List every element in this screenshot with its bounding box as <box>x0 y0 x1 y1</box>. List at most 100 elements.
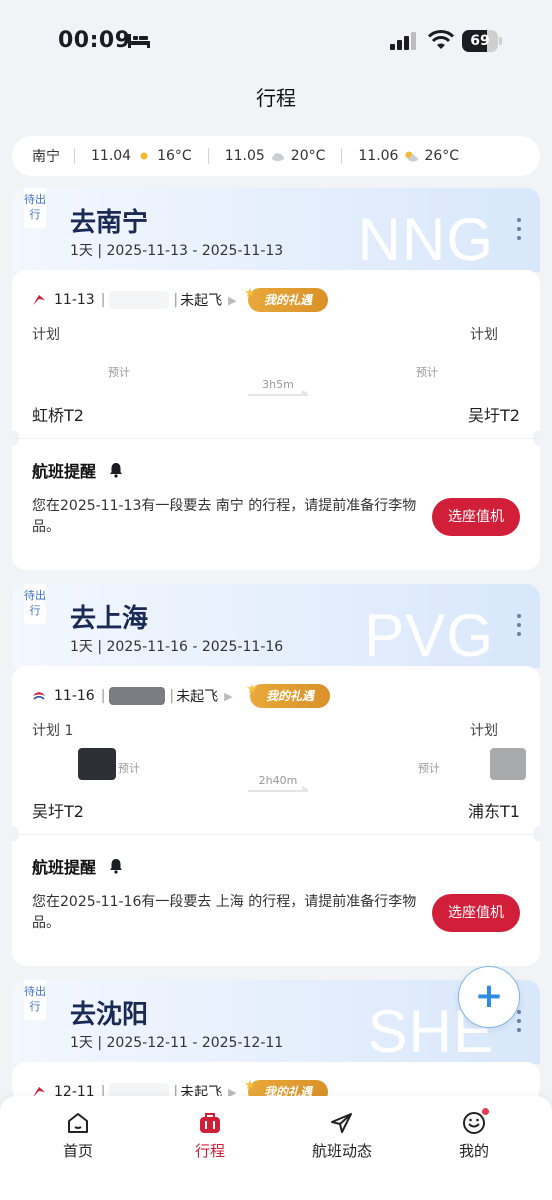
weather-temp: 26°C <box>424 148 460 164</box>
flight-date: 11-16 <box>54 688 95 704</box>
expected-arrival: 预计 <box>418 762 440 775</box>
suitcase-icon <box>200 1113 220 1133</box>
status-bar: 00:09 69 <box>0 0 552 80</box>
flight-date: 11-13 <box>54 292 95 308</box>
redacted-flight-number <box>109 291 170 309</box>
arrival-airport: 浦东T1 <box>468 802 520 821</box>
weather-date: 11.05 <box>224 148 265 164</box>
gift-label: 我的礼遇 <box>265 689 314 703</box>
arrival-airport: 吴圩T2 <box>468 406 520 425</box>
signal-icon <box>390 32 416 50</box>
planned-arrival: 计划 <box>470 327 498 343</box>
trip-status-tag: 待出行 <box>24 980 46 1020</box>
duration-arrow <box>248 786 308 792</box>
paper-plane-icon <box>331 1113 352 1133</box>
more-options-icon[interactable] <box>516 614 522 640</box>
flight-duration: 3h5m <box>262 378 294 391</box>
bed-icon <box>128 34 150 48</box>
weather-day: 11.04 16°C <box>75 148 208 164</box>
trip-header[interactable]: 待出行 去南宁 1天 | 2025-11-13 - 2025-11-13 NNG <box>12 188 540 272</box>
weather-day: 11.05 20°C <box>209 148 342 164</box>
reminder-text: 您在2025-11-16有一段要去 上海 的行程，请提前准备行李物品。 <box>32 894 417 931</box>
trip-status-tag: 待出行 <box>24 584 46 624</box>
reminder-text: 您在2025-11-13有一段要去 南宁 的行程，请提前准备行李物品。 <box>32 498 417 535</box>
battery-level-text: 69 <box>470 33 490 49</box>
flight-state: 未起飞 <box>176 689 219 705</box>
weather-temp: 20°C <box>290 148 326 164</box>
cloud-icon <box>271 153 284 161</box>
planned-departure: 计划 <box>32 327 60 343</box>
planned-departure: 计划 1 <box>32 723 74 739</box>
bell-icon <box>110 463 123 478</box>
trip-airport-code: NNG <box>357 206 494 272</box>
tab-home[interactable]: 首页 <box>28 1110 128 1161</box>
trip-dates: 1天 | 2025-11-13 - 2025-11-13 <box>70 243 284 259</box>
weather-date: 11.06 <box>358 148 399 164</box>
notification-dot <box>482 1108 489 1115</box>
trip-dates: 1天 | 2025-12-11 - 2025-12-11 <box>70 1035 284 1051</box>
add-trip-button[interactable]: + <box>458 966 520 1028</box>
trip-status-tag: 待出行 <box>24 188 46 228</box>
duration-arrow <box>248 390 308 396</box>
status-time: 00:09 <box>58 28 131 53</box>
gift-badge[interactable]: ★ 我的礼遇 <box>244 286 328 312</box>
trip-title: 去上海 <box>70 604 149 634</box>
partly-cloudy-icon <box>405 151 419 162</box>
tab-label: 首页 <box>62 1142 93 1160</box>
departure-airport: 虹桥T2 <box>32 406 84 425</box>
weather-temp: 16°C <box>157 148 192 164</box>
trip-title: 去南宁 <box>70 208 149 238</box>
sun-icon <box>140 152 148 160</box>
page-title: 行程 <box>256 86 296 110</box>
star-icon: ★ <box>246 682 258 697</box>
trip-card[interactable]: 待出行 去南宁 1天 | 2025-11-13 - 2025-11-13 NNG… <box>5 188 547 570</box>
seat-checkin-button[interactable]: 选座值机 <box>432 894 520 932</box>
trip-airport-code: PVG <box>364 602 494 668</box>
tab-label: 航班动态 <box>311 1142 372 1160</box>
tab-trips[interactable]: 行程 <box>160 1110 260 1161</box>
trip-title: 去沈阳 <box>70 1000 149 1030</box>
flight-card[interactable]: 11-13 | | 未起飞 ▶ ★ 我的礼遇 计划 计划 预计 预计 3h5m 虹… <box>5 270 547 570</box>
airline-logo-icon <box>33 692 45 700</box>
reminder-title: 航班提醒 <box>32 458 124 482</box>
airline-logo-icon <box>33 295 45 305</box>
weather-bar[interactable]: 南宁 11.04 16°C 11.05 20°C 11.06 26°C <box>12 136 540 176</box>
chevron-right-icon: ▶ <box>224 689 233 703</box>
divider <box>12 834 540 835</box>
seat-checkin-button[interactable]: 选座值机 <box>432 498 520 536</box>
tab-profile[interactable]: 我的 <box>424 1108 524 1161</box>
weather-date: 11.04 <box>91 148 132 164</box>
flight-duration: 2h40m <box>258 774 298 787</box>
bell-icon <box>110 859 123 874</box>
gift-label: 我的礼遇 <box>263 293 312 307</box>
tab-label: 我的 <box>458 1142 489 1160</box>
trip-card[interactable]: 待出行 去上海 1天 | 2025-11-16 - 2025-11-16 PVG… <box>5 584 547 966</box>
weather-city: 南宁 <box>32 149 60 165</box>
tab-label: 行程 <box>194 1142 225 1160</box>
expected-departure: 预计 <box>118 762 140 775</box>
tab-flight-status[interactable]: 航班动态 <box>292 1110 392 1161</box>
weather-day: 11.06 26°C <box>342 148 475 164</box>
more-options-icon[interactable] <box>516 1010 522 1036</box>
flight-summary[interactable]: 11-16 | | 未起飞 ▶ <box>32 686 233 706</box>
departure-airport: 吴圩T2 <box>32 802 84 821</box>
flight-card[interactable]: 11-16 | | 未起飞 ▶ ★ 我的礼遇 计划 1 计划 预计 预计 2h40… <box>5 666 547 966</box>
redacted-time <box>78 748 116 780</box>
reminder-title-text: 航班提醒 <box>32 462 97 481</box>
home-icon <box>68 1113 88 1133</box>
redacted-time <box>490 748 526 780</box>
star-icon: ★ <box>244 1078 256 1093</box>
flight-summary[interactable]: 11-13 | | 未起飞 ▶ <box>32 290 237 310</box>
reminder-title: 航班提醒 <box>32 854 124 878</box>
trip-dates: 1天 | 2025-11-16 - 2025-11-16 <box>70 639 284 655</box>
expected-departure: 预计 <box>108 366 130 379</box>
gift-badge[interactable]: ★ 我的礼遇 <box>246 682 330 708</box>
tab-bar: 首页 行程 航班动态 我的 <box>0 1096 552 1200</box>
planned-arrival: 计划 <box>470 723 498 739</box>
redacted-flight-number <box>109 687 166 705</box>
reminder-title-text: 航班提醒 <box>32 858 97 877</box>
more-options-icon[interactable] <box>516 218 522 244</box>
star-icon: ★ <box>244 286 256 301</box>
trip-header[interactable]: 待出行 去上海 1天 | 2025-11-16 - 2025-11-16 PVG <box>12 584 540 668</box>
divider <box>12 438 540 439</box>
